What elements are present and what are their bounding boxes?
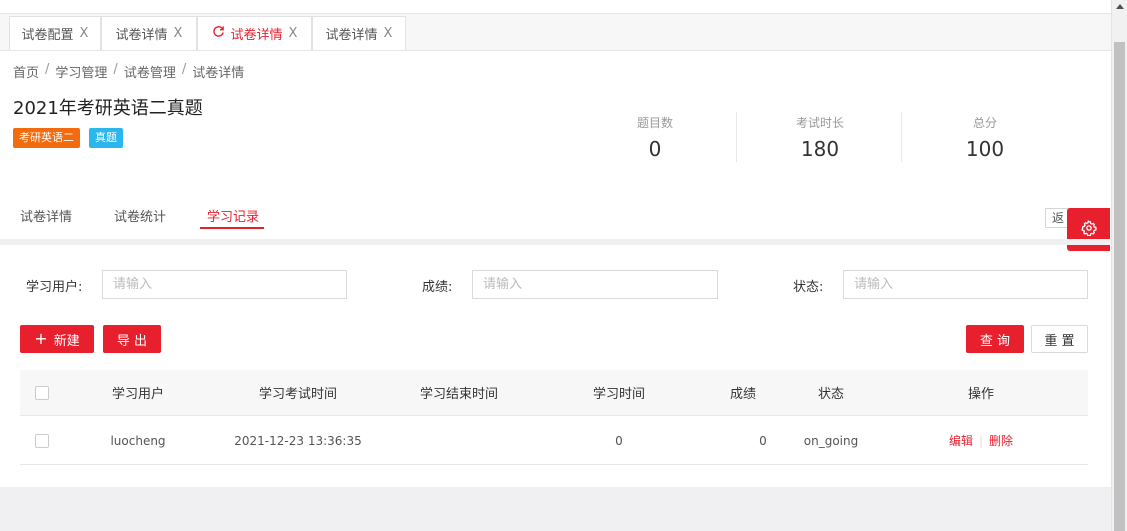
stat-label: 考试时长	[795, 116, 844, 130]
column-header[interactable]: 学习考试时间	[212, 370, 384, 415]
action-divider: |	[978, 433, 984, 448]
stat-value: 100	[965, 137, 1005, 161]
stat-label: 总分	[972, 116, 997, 130]
cell-start-time: 2021-12-23 13:36:35	[234, 433, 362, 448]
page-title: 2021年考研英语二真题	[13, 98, 203, 119]
new-button[interactable]: + 新建	[20, 325, 94, 353]
active-tab-indicator	[200, 227, 264, 229]
select-all-checkbox[interactable]	[35, 385, 49, 400]
stat-value: 0	[648, 137, 662, 161]
table-row: luocheng 2021-12-23 13:36:35 0 0 on_goin…	[20, 417, 1088, 465]
cell-end-time	[384, 417, 534, 464]
column-header[interactable]: 学习时间	[534, 370, 704, 415]
page-footer-area	[0, 487, 1111, 531]
scroll-thumb[interactable]	[1114, 42, 1125, 531]
select-all-cell	[20, 370, 64, 415]
refresh-icon[interactable]	[212, 25, 225, 42]
stat-value: 180	[800, 137, 840, 161]
cell-study-time: 0	[615, 433, 623, 448]
row-select-cell	[20, 417, 64, 464]
stat-label: 题目数	[636, 116, 673, 130]
tab-paper-config[interactable]: 试卷配置 X	[9, 16, 101, 50]
page-scrollbar[interactable]	[1111, 0, 1127, 531]
query-button[interactable]: 查 询	[966, 325, 1024, 353]
export-button[interactable]: 导 出	[103, 325, 161, 353]
close-icon[interactable]: X	[80, 26, 89, 41]
stat-divider	[736, 112, 737, 162]
tag-category: 考研英语二	[13, 128, 80, 148]
stat-question-count: 题目数 0	[573, 114, 737, 161]
score-field-label: 成绩:	[422, 280, 453, 295]
delete-link[interactable]: 删除	[989, 432, 1013, 449]
breadcrumb-separator: /	[113, 62, 118, 77]
column-header[interactable]: 状态	[782, 370, 880, 415]
cell-user: luocheng	[110, 433, 166, 448]
status-input[interactable]	[843, 270, 1088, 299]
close-icon[interactable]: X	[384, 26, 393, 41]
breadcrumb-paper-detail: 试卷详情	[192, 66, 245, 81]
cell-status: on_going	[803, 433, 859, 448]
tab-bar: 试卷配置 X 试卷详情 X 试卷详情 X 试卷详情 X	[0, 14, 1111, 51]
status-field-label: 状态:	[793, 280, 824, 295]
subtab-study-records[interactable]: 学习记录	[207, 206, 259, 225]
breadcrumb-separator: /	[45, 62, 50, 77]
close-icon[interactable]: X	[174, 26, 183, 41]
close-icon[interactable]: X	[289, 26, 298, 41]
column-header[interactable]: 成绩	[704, 370, 782, 415]
gear-icon	[1080, 219, 1097, 240]
table-header: 学习用户 学习考试时间 学习结束时间 学习时间 成绩 状态 操作	[20, 370, 1088, 416]
cell-actions: 编辑 | 删除	[880, 417, 1082, 464]
breadcrumb: 首页 / 学习管理 / 试卷管理 / 试卷详情	[13, 62, 244, 81]
tab-label: 试卷配置	[21, 28, 74, 43]
stat-duration: 考试时长 180	[738, 114, 902, 161]
subtab-paper-detail[interactable]: 试卷详情	[20, 206, 72, 225]
breadcrumb-separator: /	[181, 62, 187, 77]
column-header: 操作	[967, 387, 994, 402]
section-divider	[0, 239, 1111, 245]
plus-icon: +	[34, 329, 48, 348]
edit-link[interactable]: 编辑	[949, 432, 973, 449]
stat-total-score: 总分 100	[903, 114, 1067, 161]
breadcrumb-paper-manage[interactable]: 试卷管理	[124, 62, 176, 81]
tab-label: 试卷详情	[325, 28, 378, 43]
user-field-label: 学习用户:	[26, 280, 83, 295]
column-header[interactable]: 学习结束时间	[384, 370, 534, 415]
subtab-paper-stats[interactable]: 试卷统计	[114, 206, 166, 225]
breadcrumb-study-manage[interactable]: 学习管理	[55, 62, 107, 81]
column-header[interactable]: 学习用户	[64, 370, 212, 415]
tab-paper-detail[interactable]: 试卷详情 X	[101, 16, 197, 50]
new-button-label: 新建	[53, 333, 80, 349]
stat-divider	[901, 112, 902, 162]
tab-label: 试卷详情	[230, 28, 283, 43]
tab-label: 试卷详情	[115, 28, 168, 43]
score-input[interactable]	[472, 270, 718, 299]
scroll-up-icon[interactable]	[1116, 4, 1124, 9]
tag-type: 真题	[89, 128, 123, 148]
reset-button[interactable]: 重 置	[1031, 325, 1088, 353]
user-input[interactable]	[102, 270, 347, 299]
tab-paper-detail-2[interactable]: 试卷详情 X	[312, 16, 406, 50]
top-strip	[0, 0, 1111, 14]
tab-paper-detail-active[interactable]: 试卷详情 X	[197, 16, 312, 50]
breadcrumb-home[interactable]: 首页	[13, 62, 39, 81]
row-checkbox[interactable]	[35, 433, 49, 448]
